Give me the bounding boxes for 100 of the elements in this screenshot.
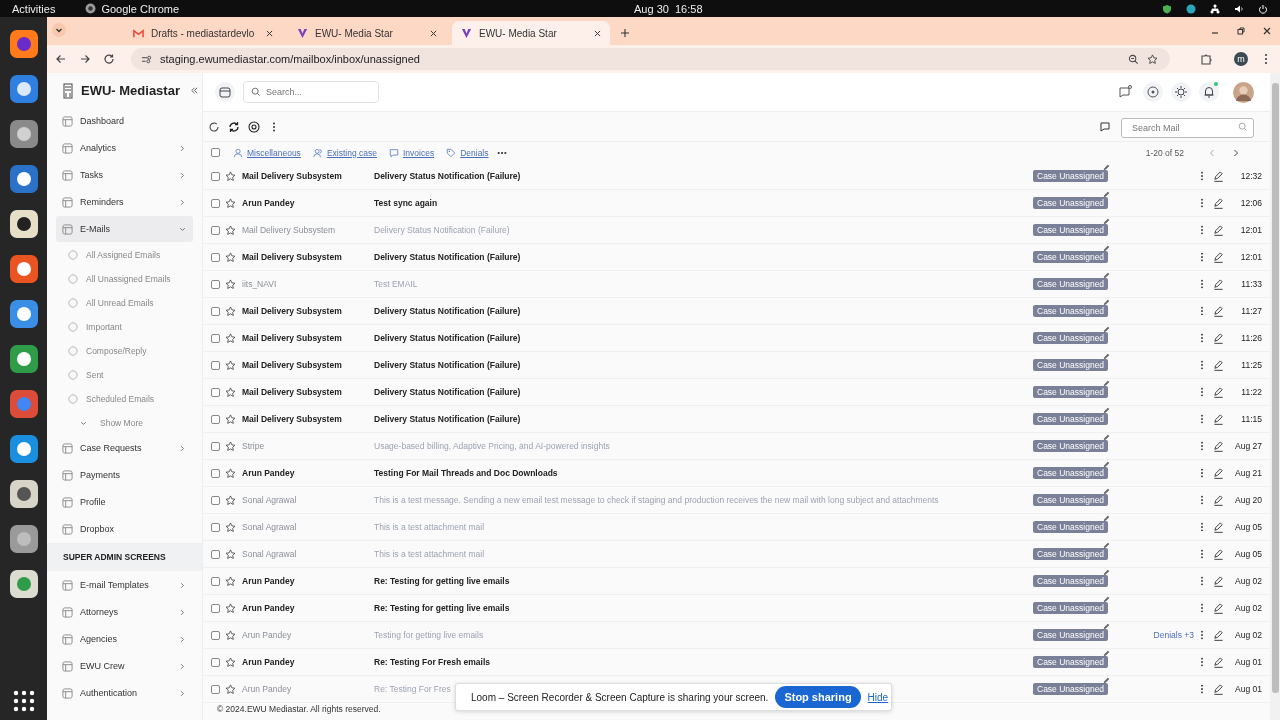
sidebar-subitem[interactable]: All Unread Emails <box>47 291 202 315</box>
search-field[interactable]: Search... <box>243 81 379 103</box>
sidebar-item[interactable]: Authentication <box>56 680 193 706</box>
kebab-menu-icon[interactable] <box>1200 630 1204 640</box>
filter-link[interactable]: Invoices <box>402 147 435 158</box>
pencil-icon[interactable] <box>1213 629 1224 641</box>
row-checkbox[interactable] <box>211 657 220 667</box>
close-icon[interactable] <box>1262 26 1272 36</box>
app-icon[interactable] <box>8 569 39 599</box>
star-icon[interactable] <box>225 575 236 587</box>
star-icon[interactable] <box>225 386 236 398</box>
site-settings-icon[interactable] <box>141 53 152 65</box>
star-icon[interactable] <box>225 197 236 209</box>
pencil-icon[interactable] <box>1213 656 1224 668</box>
app-icon[interactable] <box>8 434 39 464</box>
pencil-icon[interactable] <box>1213 386 1224 398</box>
sidebar-item[interactable]: E-mail Templates <box>56 572 193 598</box>
pencil-icon[interactable] <box>1213 305 1224 317</box>
hide-link[interactable]: Hide <box>867 691 889 703</box>
kebab-menu-icon[interactable] <box>1200 549 1204 559</box>
email-row[interactable]: Arun Pandey Test sync again Case Unassigned 12:06 <box>203 190 1270 217</box>
zoom-icon[interactable] <box>1128 53 1139 65</box>
sidebar-item[interactable]: Analytics <box>56 135 193 161</box>
star-icon[interactable] <box>225 251 236 263</box>
star-icon[interactable] <box>225 332 236 344</box>
url-text[interactable]: staging.ewumediastar.com/mailbox/inbox/unassigned <box>160 53 420 65</box>
email-row[interactable]: Mail Delivery Subsystem Delivery Status Notification (Failure) Case Unassigned 12:01 <box>203 244 1270 271</box>
pencil-icon[interactable] <box>1213 224 1224 236</box>
row-checkbox[interactable] <box>211 387 220 397</box>
puzzle-icon[interactable] <box>1200 53 1212 65</box>
sidebar-item[interactable]: Attorneys <box>56 599 193 625</box>
sidebar-subitem[interactable]: Important <box>47 315 202 339</box>
browser-tab[interactable]: Drafts - mediastardevlo <box>124 21 282 45</box>
select-all-checkbox[interactable] <box>211 148 220 157</box>
row-checkbox[interactable] <box>211 333 220 343</box>
power-icon[interactable] <box>1258 3 1268 14</box>
app-icon[interactable] <box>8 74 39 104</box>
row-checkbox[interactable] <box>211 171 220 181</box>
email-row[interactable]: Mail Delivery Subsystem Delivery Status Notification (Failure) Case Unassigned 11:22 <box>203 379 1270 406</box>
email-row[interactable]: Mail Delivery Subsystem Delivery Status Notification (Failure) Case Unassigned 12:01 <box>203 217 1270 244</box>
email-row[interactable]: Mail Delivery Subsystem Delivery Status Notification (Failure) Case Unassigned 11:26 <box>203 325 1270 352</box>
bell-icon[interactable] <box>1199 82 1219 102</box>
restore-icon[interactable] <box>1236 26 1246 36</box>
email-row[interactable]: Sonal Agrawal This is a test message. Sending a new email test message to check if staging and production receives the new mail with long subject and attachments Case Unassigned Aug 20 <box>203 487 1270 514</box>
filter-link[interactable]: Miscellaneous <box>247 147 301 158</box>
app-icon[interactable] <box>8 524 39 554</box>
app-icon[interactable] <box>8 479 39 509</box>
back-icon[interactable] <box>55 53 67 65</box>
calendar-icon[interactable] <box>215 82 235 102</box>
profile-button[interactable]: m <box>1234 52 1248 66</box>
pencil-icon[interactable] <box>1213 359 1224 371</box>
row-checkbox[interactable] <box>211 603 220 613</box>
close-icon[interactable] <box>430 29 437 37</box>
refresh-icon[interactable] <box>208 120 220 133</box>
apps-grid-icon[interactable] <box>12 690 35 712</box>
pencil-icon[interactable] <box>1213 575 1224 587</box>
reload-icon[interactable] <box>103 53 115 65</box>
app-icon[interactable] <box>8 164 39 194</box>
browser-tab[interactable]: EWU- Media Star <box>452 21 610 45</box>
sidebar-item[interactable]: EWU Crew <box>56 653 193 679</box>
email-row[interactable]: Arun Pandey Re: Testing For Fresh emails Case Unassigned Aug 01 <box>203 649 1270 676</box>
kebab-menu-icon[interactable] <box>1200 603 1204 613</box>
sidebar-item[interactable]: Tasks <box>56 162 193 188</box>
star-icon[interactable] <box>225 629 236 641</box>
pencil-icon[interactable] <box>1213 683 1224 695</box>
sidebar-subitem[interactable]: Compose/Reply <box>47 339 202 363</box>
pencil-icon[interactable] <box>1213 413 1224 425</box>
row-checkbox[interactable] <box>211 630 220 640</box>
pencil-icon[interactable] <box>1213 332 1224 344</box>
clock[interactable]: Aug 30 16:58 <box>634 2 703 15</box>
kebab-menu-icon[interactable] <box>1200 387 1204 397</box>
email-row[interactable]: Arun Pandey Re: Testing for getting live emails Case Unassigned Aug 02 <box>203 568 1270 595</box>
sidebar-subitem[interactable]: Scheduled Emails <box>47 387 202 411</box>
pencil-icon[interactable] <box>1213 467 1224 479</box>
star-icon[interactable] <box>225 413 236 425</box>
pencil-icon[interactable] <box>1213 170 1224 182</box>
new-tab-button[interactable] <box>620 28 630 38</box>
target-icon[interactable] <box>248 120 260 133</box>
sidebar-subitem[interactable]: Sent <box>47 363 202 387</box>
star-icon[interactable] <box>225 494 236 506</box>
email-row[interactable]: Arun Pandey Testing for getting live emails Case Unassigned Denials +3 Aug 02 <box>203 622 1270 649</box>
kebab-menu-icon[interactable] <box>1200 657 1204 667</box>
star-icon[interactable] <box>225 467 236 479</box>
row-checkbox[interactable] <box>211 549 220 559</box>
sidebar-item[interactable]: Case Requests <box>56 435 193 461</box>
sidebar-subitem[interactable]: Show More <box>47 411 202 435</box>
row-checkbox[interactable] <box>211 495 220 505</box>
row-checkbox[interactable] <box>211 225 220 235</box>
browser-tab[interactable]: EWU- Media Star <box>288 21 446 45</box>
label-link[interactable]: Denials +3 <box>1153 630 1196 640</box>
star-icon[interactable] <box>225 359 236 371</box>
collapse-icon[interactable] <box>189 86 199 95</box>
app-icon[interactable] <box>8 299 39 329</box>
sidebar-item[interactable]: Reminders <box>56 189 193 215</box>
sidebar-item[interactable]: Payments <box>56 462 193 488</box>
row-checkbox[interactable] <box>211 279 220 289</box>
pencil-icon[interactable] <box>1213 440 1224 452</box>
more-icon[interactable] <box>496 150 507 155</box>
email-row[interactable]: Mail Delivery Subsystem Delivery Status Notification (Failure) Case Unassigned 11:25 <box>203 352 1270 379</box>
pencil-icon[interactable] <box>1213 521 1224 533</box>
